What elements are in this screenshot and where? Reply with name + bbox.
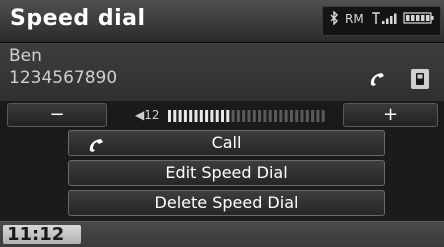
contact-number: 1234567890 [9, 68, 118, 88]
volume-tick [242, 110, 246, 122]
status-indicators: RM [322, 6, 441, 36]
speed-dial-screen: Speed dial RM Ben 1234567890 − ◀12 + Cal… [0, 0, 444, 247]
volume-level-label: ◀12 [135, 108, 160, 122]
handset-icon [368, 71, 386, 91]
volume-tick [274, 110, 277, 122]
battery-icon [403, 11, 435, 28]
title-bar: Speed dial RM [0, 0, 444, 43]
clock: 11:12 [3, 225, 81, 244]
volume-tick [305, 110, 309, 122]
signal-strength-icon [371, 11, 401, 28]
cellphone-icon [411, 69, 429, 89]
page-title: Speed dial [10, 6, 146, 31]
delete-speed-dial-button[interactable]: Delete Speed Dial [68, 190, 385, 216]
volume-tick [189, 110, 193, 122]
volume-tick [300, 110, 304, 122]
volume-tick [316, 110, 320, 122]
volume-up-button[interactable]: + [343, 103, 438, 127]
volume-tick [210, 110, 214, 122]
volume-tick [194, 110, 198, 122]
volume-level-meter [168, 108, 330, 127]
call-label: Call [211, 133, 242, 152]
call-button[interactable]: Call [68, 130, 385, 156]
bluetooth-icon [329, 10, 339, 28]
volume-tick [173, 110, 177, 122]
roaming-indicator: RM [345, 12, 364, 26]
volume-tick [215, 110, 219, 122]
volume-tick [289, 110, 293, 122]
volume-tick [183, 110, 187, 122]
volume-tick [236, 110, 240, 122]
volume-tick [321, 110, 325, 122]
volume-tick [221, 110, 224, 122]
volume-tick [168, 110, 171, 122]
volume-tick [279, 110, 283, 122]
call-handset-icon [87, 136, 105, 160]
volume-tick [205, 110, 209, 122]
volume-tick [252, 110, 256, 122]
volume-tick [226, 110, 230, 122]
volume-tick [247, 110, 251, 122]
volume-tick [199, 110, 203, 122]
volume-tick [258, 110, 262, 122]
volume-tick [178, 110, 182, 122]
volume-tick [295, 110, 299, 122]
volume-tick [284, 110, 288, 122]
volume-down-button[interactable]: − [7, 103, 107, 127]
volume-tick [263, 110, 267, 122]
edit-speed-dial-button[interactable]: Edit Speed Dial [68, 160, 385, 186]
contact-name: Ben [9, 46, 42, 66]
volume-tick [268, 110, 272, 122]
volume-tick [231, 110, 235, 122]
volume-tick [311, 110, 315, 122]
